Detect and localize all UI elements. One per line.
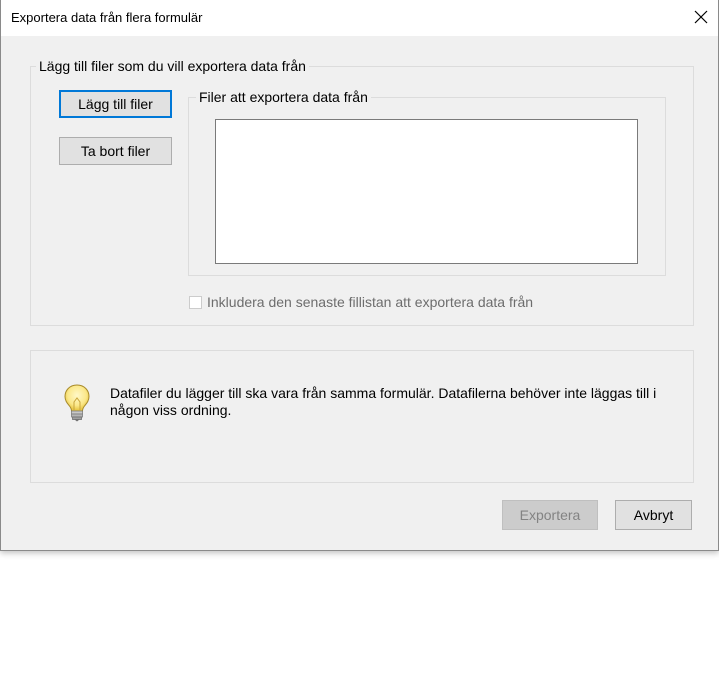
add-files-button[interactable]: Lägg till filer (59, 90, 172, 118)
remove-files-button[interactable]: Ta bort filer (59, 137, 172, 165)
close-button[interactable] (684, 0, 718, 34)
info-text: Datafiler du lägger till ska vara från s… (110, 385, 657, 418)
cancel-button[interactable]: Avbryt (615, 500, 692, 530)
close-icon (694, 10, 708, 24)
title-bar: Exportera data från flera formulär (1, 0, 718, 36)
files-listbox[interactable] (215, 119, 638, 264)
include-recent-checkbox[interactable] (189, 295, 202, 309)
export-dialog: Exportera data från flera formulär Lägg … (0, 0, 719, 551)
lightbulb-icon (64, 384, 90, 422)
export-button[interactable]: Exportera (502, 500, 598, 530)
window-title: Exportera data från flera formulär (11, 10, 203, 25)
files-list-group-label: Filer att exportera data från (196, 89, 371, 105)
include-recent-row: Inkludera den senaste fillistan att expo… (189, 294, 533, 310)
include-recent-label: Inkludera den senaste fillistan att expo… (207, 294, 534, 310)
add-files-group-label: Lägg till filer som du vill exportera da… (36, 58, 309, 74)
